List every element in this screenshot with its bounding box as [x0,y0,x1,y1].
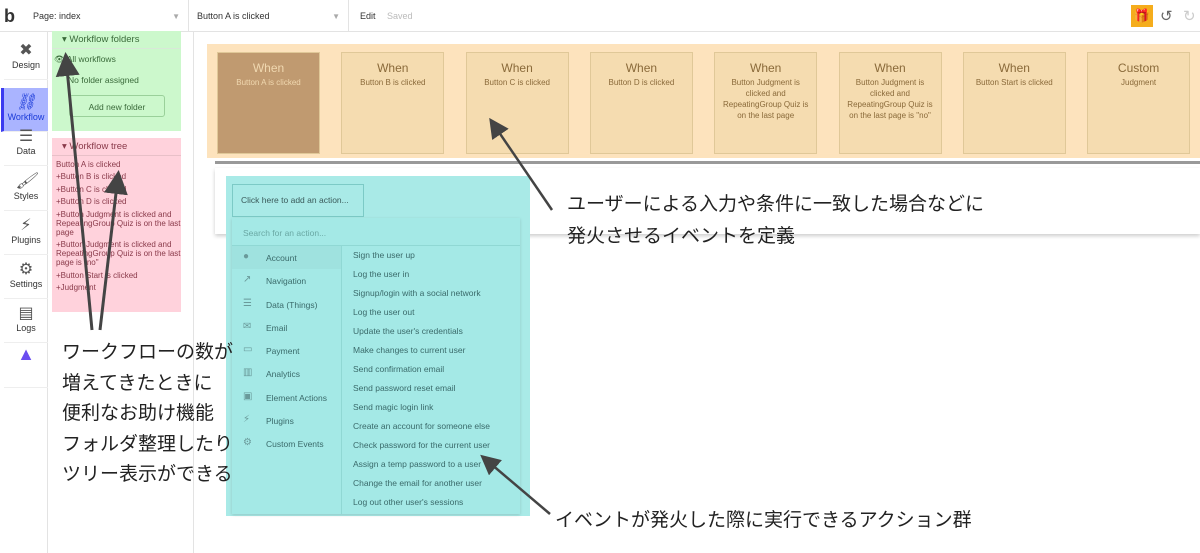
annotation-line: ワークフローの数が [62,341,234,363]
annotation-line: 発火させるイベントを定義 [567,225,796,247]
annotation-line: 増えてきたときに [62,371,213,394]
annotation-events: ユーザーによる入力や条件に一致した場合などに 発火させるイベントを定義 [567,188,984,252]
annotation-line: ツリー表示ができる [62,463,233,485]
annotation-line: フォルダ整理したり [62,432,234,455]
arrow-to-events [489,117,554,211]
annotation-line: ユーザーによる入力や条件に一致した場合などに [567,193,985,215]
annotation-folders: ワークフローの数が 増えてきたときに 便利なお助け機能 フォルダ整理したり ツリー表示が… [62,337,233,490]
annotation-line: 便利なお助け機能 [62,402,215,424]
arrow-to-tree [98,170,128,331]
arrow-to-actions [480,454,551,515]
annotation-actions: イベントが発火した際に実行できるアクション群 [555,509,972,531]
arrow-to-folders [55,52,94,331]
